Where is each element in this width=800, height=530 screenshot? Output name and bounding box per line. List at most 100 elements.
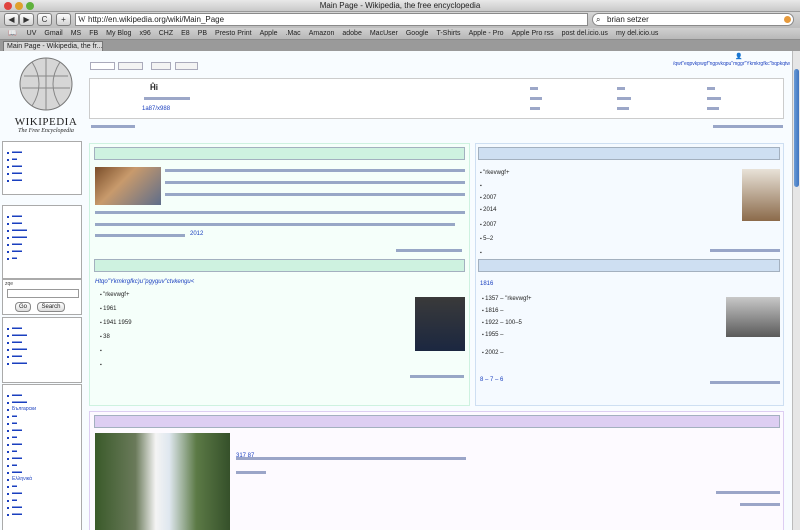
- sidebar-item[interactable]: ▬: [3, 497, 81, 504]
- sidebar-item[interactable]: ▬▬: [3, 213, 81, 220]
- sidebar-item[interactable]: ▬: [3, 448, 81, 455]
- sidebar-item[interactable]: ▬▬: [3, 170, 81, 177]
- sidebar-item[interactable]: ▬▬▬: [3, 227, 81, 234]
- sidebar-item[interactable]: ▬▬: [3, 163, 81, 170]
- go-button[interactable]: Go: [15, 302, 31, 312]
- bookmark-item[interactable]: adobe: [342, 30, 361, 37]
- bookmark-item[interactable]: FB: [89, 30, 98, 37]
- featured-image[interactable]: [95, 167, 161, 205]
- sidebar-item[interactable]: ▬▬: [3, 490, 81, 497]
- browser-toolbar: ◀ ▶ C + W http://en.wikipedia.org/wiki/M…: [0, 12, 800, 28]
- sidebar-item[interactable]: ▬▬: [3, 504, 81, 511]
- sidebar-item[interactable]: ▬: [3, 156, 81, 163]
- wiki-search-input[interactable]: [7, 289, 79, 298]
- search-field[interactable]: ⌕ brian setzer: [592, 13, 794, 26]
- otd-date[interactable]: 1816: [480, 281, 493, 287]
- sidebar-item[interactable]: ▬▬: [3, 427, 81, 434]
- bookmark-item[interactable]: my del.icio.us: [616, 30, 658, 37]
- bookmark-item[interactable]: My Blog: [106, 30, 131, 37]
- sidebar-item[interactable]: ▬: [3, 420, 81, 427]
- vertical-scrollbar[interactable]: [792, 51, 800, 530]
- minimize-window-button[interactable]: [15, 2, 23, 10]
- tab-main-page[interactable]: Main Page - Wikipedia, the fr...: [3, 41, 103, 51]
- sidebar-item[interactable]: ▬▬▬: [3, 399, 81, 406]
- dyk-item: 1961: [100, 305, 400, 313]
- bookmark-item[interactable]: MS: [71, 30, 82, 37]
- web-page: Wikipedia The Free Encyclopedia /qwt"eqp…: [0, 51, 792, 530]
- on-this-day-header: [478, 259, 780, 272]
- add-bookmark-button[interactable]: +: [56, 13, 71, 26]
- welcome-heading: Ĥi: [150, 83, 158, 92]
- sidebar-item[interactable]: ▬▬: [3, 392, 81, 399]
- tab-history[interactable]: [175, 62, 198, 70]
- bookmark-item[interactable]: Amazon: [309, 30, 335, 37]
- sidebar-item[interactable]: ▬: [3, 434, 81, 441]
- sidebar-item[interactable]: ▬▬: [3, 339, 81, 346]
- news-image[interactable]: [742, 169, 780, 221]
- bookmark-item[interactable]: x96: [139, 30, 150, 37]
- bookmark-item[interactable]: post del.icio.us: [562, 30, 608, 37]
- bookmark-item[interactable]: .Mac: [286, 30, 301, 37]
- bookmark-item[interactable]: MacUser: [370, 30, 398, 37]
- featured-year[interactable]: 2012: [190, 231, 203, 237]
- sidebar-item[interactable]: ▬▬▬: [3, 360, 81, 367]
- otd-image[interactable]: [726, 297, 780, 337]
- otd-other-dates[interactable]: 8 – 7 – 6: [480, 377, 503, 383]
- tab-source[interactable]: [151, 62, 171, 70]
- bookmark-item[interactable]: Gmail: [44, 30, 62, 37]
- article-count[interactable]: 1a87/x988: [142, 106, 170, 112]
- sidebar-item[interactable]: ▬▬▬: [3, 332, 81, 339]
- sidebar-item[interactable]: ▬: [3, 255, 81, 262]
- logo-title: Wikipedia: [14, 116, 78, 128]
- sidebar-item[interactable]: ▬▬: [3, 511, 81, 518]
- sidebar-item[interactable]: ▬▬: [3, 149, 81, 156]
- news-item: 2007: [480, 194, 730, 202]
- sidebar-item[interactable]: ▬▬: [3, 241, 81, 248]
- sidebar-item[interactable]: ▬▬: [3, 353, 81, 360]
- bookmark-item[interactable]: CHZ: [159, 30, 173, 37]
- bookmark-item[interactable]: Apple: [260, 30, 278, 37]
- tab-article[interactable]: [90, 62, 115, 70]
- bookmark-item[interactable]: UV: [27, 30, 37, 37]
- bookmarks-book-icon[interactable]: 📖: [8, 30, 17, 37]
- wikipedia-logo[interactable]: Wikipedia The Free Encyclopedia: [6, 54, 86, 138]
- sidebar-item[interactable]: ▬▬: [3, 325, 81, 332]
- close-window-button[interactable]: [4, 2, 12, 10]
- snapback-icon[interactable]: [784, 16, 791, 23]
- sidebar-item[interactable]: ▬: [3, 413, 81, 420]
- dyk-from-new[interactable]: Htqo"Ykmkrgfkc)u"pgyguv"ctvkengu<: [95, 279, 194, 285]
- bookmark-item[interactable]: T-Shirts: [436, 30, 460, 37]
- dyk-image[interactable]: [415, 297, 465, 351]
- sidebar-item[interactable]: ▬▬: [3, 455, 81, 462]
- bookmark-item[interactable]: Apple Pro rss: [512, 30, 554, 37]
- bookmark-item[interactable]: Google: [406, 30, 429, 37]
- sidebar-item[interactable]: ▬: [3, 462, 81, 469]
- bookmark-item[interactable]: PB: [198, 30, 207, 37]
- language-bulgarian[interactable]: Български: [3, 406, 81, 413]
- search-button[interactable]: Search: [37, 302, 65, 312]
- language-greek[interactable]: Ελληνικά: [3, 476, 81, 483]
- sidebar-item[interactable]: ▬: [3, 483, 81, 490]
- address-bar[interactable]: W http://en.wikipedia.org/wiki/Main_Page: [75, 13, 588, 26]
- sidebar-item[interactable]: ▬▬: [3, 220, 81, 227]
- potd-image[interactable]: [95, 433, 230, 530]
- logo-subtitle: The Free Encyclopedia: [18, 128, 74, 134]
- bookmark-item[interactable]: Presto Print: [215, 30, 252, 37]
- sidebar-item[interactable]: ▬▬: [3, 248, 81, 255]
- personal-links[interactable]: /qwt"eqpvkpwgf"ngpvkqpu"mggr"Ykmkrgfkc"b…: [650, 61, 790, 67]
- sidebar-item[interactable]: ▬▬▬: [3, 234, 81, 241]
- zoom-window-button[interactable]: [26, 2, 34, 10]
- sidebar-item[interactable]: ▬▬: [3, 469, 81, 476]
- back-button[interactable]: ◀: [4, 13, 19, 26]
- bookmark-item[interactable]: E8: [181, 30, 190, 37]
- forward-button[interactable]: ▶: [19, 13, 34, 26]
- scrollbar-thumb[interactable]: [794, 69, 799, 187]
- tab-discussion[interactable]: [118, 62, 143, 70]
- sidebar-item[interactable]: ▬▬: [3, 177, 81, 184]
- sidebar-item[interactable]: ▬▬▬: [3, 346, 81, 353]
- user-icon: 👤: [735, 54, 743, 60]
- reload-button[interactable]: C: [37, 13, 52, 26]
- bookmark-item[interactable]: Apple - Pro: [469, 30, 504, 37]
- sidebar-item[interactable]: ▬▬: [3, 441, 81, 448]
- news-item: 2014: [480, 206, 730, 214]
